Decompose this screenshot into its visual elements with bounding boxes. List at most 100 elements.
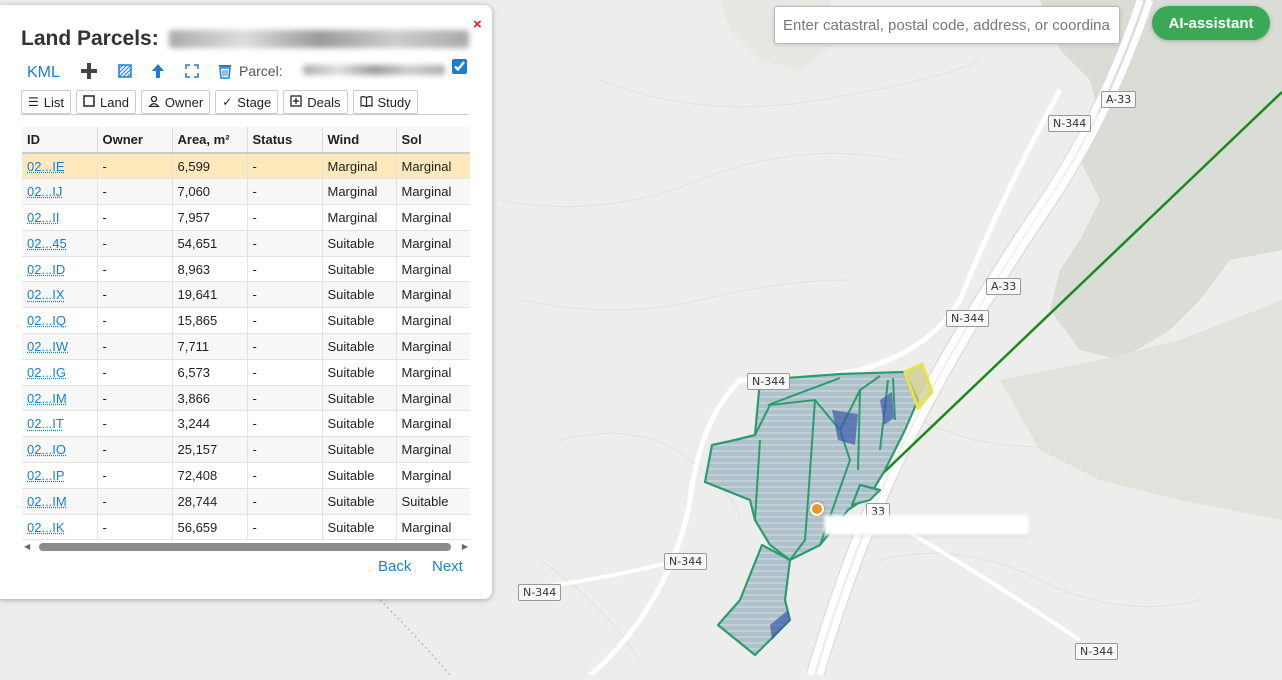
parcel-id-link[interactable]: 02...IM bbox=[27, 494, 67, 509]
table-row[interactable]: 02...IQ -15,865- Suitable Marginal bbox=[22, 307, 470, 335]
hatch-icon[interactable] bbox=[118, 64, 132, 83]
cell-owner: - bbox=[97, 204, 173, 231]
location-marker[interactable] bbox=[810, 502, 824, 516]
scrollbar-thumb[interactable] bbox=[39, 543, 451, 551]
cell-id[interactable]: 02...IQ bbox=[22, 307, 98, 335]
plus-icon[interactable] bbox=[80, 62, 98, 85]
cell-id[interactable]: 02...IE bbox=[22, 153, 98, 180]
column-header-id[interactable]: ID bbox=[22, 127, 98, 154]
trash-icon[interactable] bbox=[218, 63, 232, 84]
expand-icon[interactable] bbox=[185, 64, 199, 83]
table-row[interactable]: 02...IP -72,408- Suitable Marginal bbox=[22, 462, 470, 489]
land-parcels-panel: × Land Parcels: KML Parcel: ☰ List Land … bbox=[0, 5, 492, 599]
cell-owner: - bbox=[97, 488, 173, 515]
cell-sol: Marginal bbox=[396, 281, 470, 309]
parcel-id-link[interactable]: 02...II bbox=[27, 210, 60, 225]
cell-id[interactable]: 02...II bbox=[22, 204, 98, 231]
cell-area: 7,711 bbox=[172, 333, 248, 360]
cell-id[interactable]: 02...IG bbox=[22, 359, 98, 386]
parcel-id-link[interactable]: 02...45 bbox=[27, 236, 67, 251]
parcel-id-link[interactable]: 02...IT bbox=[27, 416, 64, 431]
cell-id[interactable]: 02...IW bbox=[22, 333, 98, 360]
close-button[interactable]: × bbox=[473, 16, 482, 33]
cell-sol: Marginal bbox=[396, 256, 470, 283]
ai-assistant-button[interactable]: AI-assistant bbox=[1152, 6, 1270, 40]
cell-id[interactable]: 02...IX bbox=[22, 281, 98, 309]
cell-status: - bbox=[247, 436, 323, 464]
table-row[interactable]: 02...IK -56,659- Suitable Marginal bbox=[22, 514, 470, 541]
tab-deals[interactable]: Deals bbox=[283, 90, 348, 114]
parcel-id-link[interactable]: 02...IG bbox=[27, 365, 66, 380]
cell-sol: Marginal bbox=[396, 410, 470, 438]
table-header-row: ID Owner Area, m² Status Wind Sol bbox=[22, 127, 470, 154]
tab-land[interactable]: Land bbox=[76, 90, 136, 114]
table-row[interactable]: 02...IJ -7,060- Marginal Marginal bbox=[22, 178, 470, 206]
table-row[interactable]: 02...IM -3,866- Suitable Marginal bbox=[22, 385, 470, 412]
column-header-wind[interactable]: Wind bbox=[322, 127, 397, 154]
tab-label: Deals bbox=[307, 94, 341, 110]
parcel-id-link[interactable]: 02...IM bbox=[27, 391, 67, 406]
column-header-status[interactable]: Status bbox=[247, 127, 323, 154]
project-name-redacted bbox=[168, 30, 469, 49]
cell-id[interactable]: 02...IT bbox=[22, 410, 98, 438]
back-button[interactable]: Back bbox=[378, 558, 411, 575]
table-row[interactable]: 02...IG -6,573- Suitable Marginal bbox=[22, 359, 470, 386]
parcel-label: Parcel: bbox=[239, 63, 283, 79]
table-row[interactable]: 02...IX -19,641- Suitable Marginal bbox=[22, 281, 470, 309]
cell-owner: - bbox=[97, 514, 173, 541]
cell-id[interactable]: 02...IO bbox=[22, 436, 98, 464]
cell-wind: Suitable bbox=[322, 514, 397, 541]
scroll-right-icon[interactable]: ▶ bbox=[462, 542, 468, 551]
search-input[interactable] bbox=[774, 6, 1120, 44]
table-row[interactable]: 02...IT -3,244- Suitable Marginal bbox=[22, 410, 470, 438]
tab-list[interactable]: ☰ List bbox=[21, 90, 71, 114]
cell-sol: Marginal bbox=[396, 204, 470, 231]
cell-status: - bbox=[247, 410, 323, 438]
horizontal-scrollbar[interactable]: ◀ ▶ bbox=[24, 542, 468, 552]
cell-id[interactable]: 02...IJ bbox=[22, 178, 98, 206]
cell-wind: Suitable bbox=[322, 410, 397, 438]
table-row[interactable]: 02...IO -25,157- Suitable Marginal bbox=[22, 436, 470, 464]
cell-sol: Marginal bbox=[396, 307, 470, 335]
column-header-area[interactable]: Area, m² bbox=[172, 127, 248, 154]
cell-id[interactable]: 02...IM bbox=[22, 488, 98, 515]
column-header-owner[interactable]: Owner bbox=[97, 127, 173, 154]
kml-button[interactable]: KML bbox=[27, 64, 60, 82]
table-row[interactable]: 02...ID -8,963- Suitable Marginal bbox=[22, 256, 470, 283]
tab-study[interactable]: Study bbox=[352, 90, 418, 114]
parcel-id-link[interactable]: 02...ID bbox=[27, 262, 65, 277]
scroll-left-icon[interactable]: ◀ bbox=[24, 542, 30, 551]
cell-wind: Suitable bbox=[322, 307, 397, 335]
cell-status: - bbox=[247, 307, 323, 335]
view-tabs: ☰ List Land Owner ✓ Stage Deals Study bbox=[21, 90, 418, 114]
cell-id[interactable]: 02...45 bbox=[22, 230, 98, 257]
table-row[interactable]: 02...IM -28,744- Suitable Suitable bbox=[22, 488, 470, 515]
cell-status: - bbox=[247, 230, 323, 257]
cell-id[interactable]: 02...ID bbox=[22, 256, 98, 283]
cell-owner: - bbox=[97, 281, 173, 309]
parcel-id-link[interactable]: 02...IJ bbox=[27, 184, 62, 199]
column-header-sol[interactable]: Sol bbox=[396, 127, 470, 154]
cell-id[interactable]: 02...IM bbox=[22, 385, 98, 412]
parcel-checkbox[interactable] bbox=[452, 59, 467, 74]
table-row[interactable]: 02...IE -6,599- Marginal Marginal bbox=[22, 153, 470, 180]
cell-id[interactable]: 02...IK bbox=[22, 514, 98, 541]
next-button[interactable]: Next bbox=[432, 558, 463, 575]
table-row[interactable]: 02...45-54,651- Suitable Marginal bbox=[22, 230, 470, 257]
parcel-id-link[interactable]: 02...IK bbox=[27, 520, 65, 535]
parcel-id-link[interactable]: 02...IX bbox=[27, 287, 65, 302]
cell-id[interactable]: 02...IP bbox=[22, 462, 98, 489]
parcel-id-link[interactable]: 02...IW bbox=[27, 339, 68, 354]
parcel-id-link[interactable]: 02...IO bbox=[27, 442, 66, 457]
table-row[interactable]: 02...IW -7,711- Suitable Marginal bbox=[22, 333, 470, 360]
cell-area: 3,244 bbox=[172, 410, 248, 438]
road-label: N-344 bbox=[1075, 643, 1119, 660]
table-row[interactable]: 02...II -7,957- Marginal Marginal bbox=[22, 204, 470, 231]
parcel-id-link[interactable]: 02...IQ bbox=[27, 313, 66, 328]
tab-owner[interactable]: Owner bbox=[140, 90, 211, 114]
tab-stage[interactable]: ✓ Stage bbox=[215, 90, 279, 114]
parcel-id-link[interactable]: 02...IE bbox=[27, 159, 65, 174]
upload-arrow-icon[interactable] bbox=[151, 63, 165, 84]
parcels-table-container[interactable]: ID Owner Area, m² Status Wind Sol 02...I… bbox=[22, 127, 470, 541]
parcel-id-link[interactable]: 02...IP bbox=[27, 468, 65, 483]
